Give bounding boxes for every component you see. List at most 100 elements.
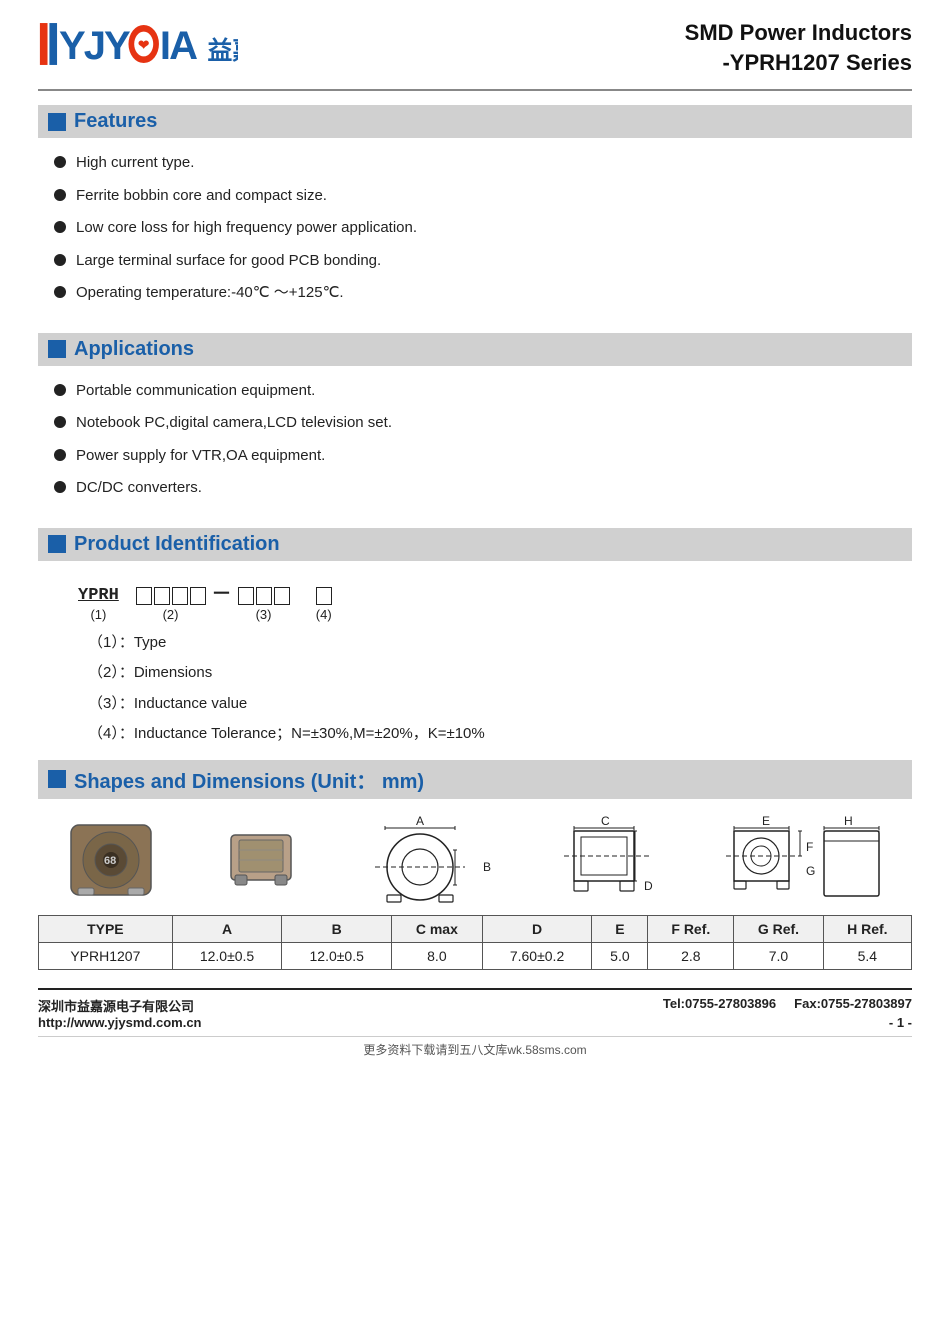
list-item: Low core loss for high frequency power a…: [54, 217, 912, 240]
shapes-section-header: Shapes and Dimensions (Unit： mm): [38, 760, 912, 799]
drawing-photo-1: 68: [66, 820, 156, 900]
features-icon: [48, 113, 66, 131]
table-header-row: TYPE A B C max D E F Ref. G Ref. H Ref.: [39, 915, 912, 942]
bullet-dot: [54, 156, 66, 168]
company-logo: YJY ❤ IA 益嘉源: [38, 18, 238, 70]
list-item: Large terminal surface for good PCB bond…: [54, 250, 912, 273]
svg-text:F: F: [806, 840, 813, 854]
pid-prefix: YPRH: [78, 586, 119, 605]
footer-contact: Tel:0755-27803896 Fax:0755-27803897 - 1 …: [663, 996, 912, 1030]
cell-e: 5.0: [592, 942, 648, 969]
svg-text:68: 68: [104, 855, 116, 867]
pid-item-4: （4）：Inductance Tolerance；N=±30%,M=±20%，K…: [88, 723, 912, 746]
cell-cmax: 8.0: [392, 942, 483, 969]
drawing-front-view: C D: [559, 815, 659, 905]
pid-label-2: (2): [163, 607, 179, 622]
list-item: Power supply for VTR,OA equipment.: [54, 445, 912, 468]
svg-text:H: H: [844, 815, 853, 828]
svg-text:G: G: [806, 864, 815, 878]
svg-text:A: A: [416, 815, 424, 828]
bullet-dot: [54, 286, 66, 298]
pid-boxes-3: [238, 587, 290, 605]
pid-item-1: （1）：Type: [88, 632, 912, 655]
logo-area: YJY ❤ IA 益嘉源: [38, 18, 238, 70]
applications-icon: [48, 340, 66, 358]
header-title: SMD Power Inductors -YPRH1207 Series: [685, 18, 912, 77]
dimensions-table: TYPE A B C max D E F Ref. G Ref. H Ref. …: [38, 915, 912, 970]
list-item: Portable communication equipment.: [54, 380, 912, 403]
product-id-title: Product Identification: [74, 533, 280, 556]
product-id-icon: [48, 535, 66, 553]
svg-text:C: C: [601, 815, 610, 828]
col-type: TYPE: [39, 915, 173, 942]
pid-item-2: （2）：Dimensions: [88, 662, 912, 685]
cell-b: 12.0±0.5: [282, 942, 392, 969]
list-item: DC/DC converters.: [54, 477, 912, 500]
product-id-diagram: YPRH (1) (2) － (3): [68, 577, 912, 746]
top-view-svg: A B: [365, 815, 495, 905]
svg-text:益嘉源: 益嘉源: [208, 37, 238, 65]
col-fref: F Ref.: [648, 915, 734, 942]
pid-boxes-4: [316, 587, 332, 605]
cell-href: 5.4: [823, 942, 911, 969]
inductor-side-svg: [221, 820, 301, 900]
drawing-top-view: A B: [365, 815, 495, 905]
bullet-dot: [54, 189, 66, 201]
svg-text:IA: IA: [160, 24, 197, 68]
inductor-photo-svg: 68: [66, 820, 156, 900]
side-view-svg: E H F: [724, 815, 884, 905]
bullet-dot: [54, 416, 66, 428]
list-item: Ferrite bobbin core and compact size.: [54, 185, 912, 208]
product-id-items: （1）：Type （2）：Dimensions （3）：Inductance v…: [88, 632, 912, 746]
footer: 深圳市益嘉源电子有限公司 http://www.yjysmd.com.cn Te…: [38, 988, 912, 1030]
col-gref: G Ref.: [734, 915, 823, 942]
applications-section-header: Applications: [38, 333, 912, 366]
applications-title: Applications: [74, 338, 194, 361]
col-e: E: [592, 915, 648, 942]
bullet-dot: [54, 221, 66, 233]
footer-company: 深圳市益嘉源电子有限公司 http://www.yjysmd.com.cn: [38, 996, 201, 1030]
table-row: YPRH1207 12.0±0.5 12.0±0.5 8.0 7.60±0.2 …: [39, 942, 912, 969]
cell-gref: 7.0: [734, 942, 823, 969]
bullet-dot: [54, 449, 66, 461]
svg-text:D: D: [644, 879, 653, 893]
product-id-section-header: Product Identification: [38, 528, 912, 561]
front-view-svg: C D: [559, 815, 659, 905]
pid-label-3: (3): [256, 607, 272, 622]
svg-text:❤: ❤: [138, 38, 149, 53]
features-title: Features: [74, 110, 157, 133]
drawing-side-view: E H F: [724, 815, 884, 905]
shapes-title: Shapes and Dimensions (Unit： mm): [74, 765, 424, 794]
features-section-header: Features: [38, 105, 912, 138]
svg-text:E: E: [762, 815, 770, 828]
cell-d: 7.60±0.2: [482, 942, 592, 969]
list-item: High current type.: [54, 152, 912, 175]
bullet-dot: [54, 481, 66, 493]
cell-fref: 2.8: [648, 942, 734, 969]
pid-item-3: （3）：Inductance value: [88, 693, 912, 716]
col-a: A: [172, 915, 282, 942]
footer-watermark: 更多资料下载请到五八文库wk.58sms.com: [38, 1036, 912, 1058]
pid-label-1: (1): [90, 607, 106, 622]
header: YJY ❤ IA 益嘉源 SMD Power Inductors -YPRH12…: [38, 18, 912, 91]
cell-type: YPRH1207: [39, 942, 173, 969]
svg-text:B: B: [483, 860, 491, 874]
page: YJY ❤ IA 益嘉源 SMD Power Inductors -YPRH12…: [0, 0, 950, 1344]
pid-label-4: (4): [316, 607, 332, 622]
cell-a: 12.0±0.5: [172, 942, 282, 969]
drawings-row: 68 A: [38, 815, 912, 905]
drawing-photo-2: [221, 820, 301, 900]
list-item: Notebook PC,digital camera,LCD televisio…: [54, 412, 912, 435]
shapes-icon: [48, 770, 66, 788]
pid-boxes-2: [136, 587, 206, 605]
col-d: D: [482, 915, 592, 942]
col-b: B: [282, 915, 392, 942]
list-item: Operating temperature:-40℃ ～+125℃.: [54, 282, 912, 305]
col-href: H Ref.: [823, 915, 911, 942]
bullet-dot: [54, 254, 66, 266]
features-list: High current type. Ferrite bobbin core a…: [38, 148, 912, 319]
col-cmax: C max: [392, 915, 483, 942]
bullet-dot: [54, 384, 66, 396]
svg-text:YJY: YJY: [59, 24, 131, 68]
applications-list: Portable communication equipment. Notebo…: [38, 376, 912, 514]
